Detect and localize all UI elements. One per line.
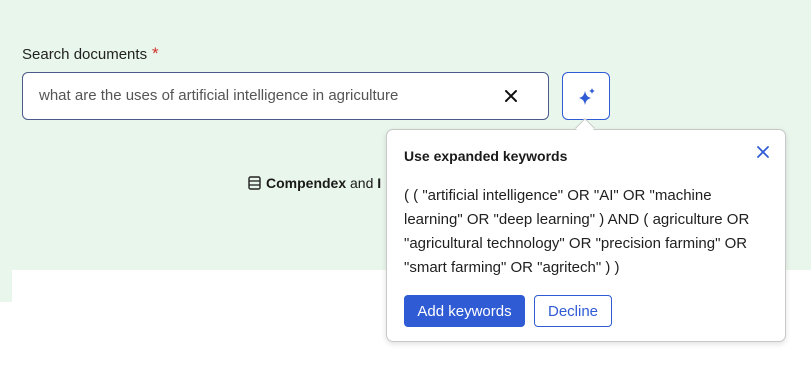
close-icon xyxy=(505,90,517,102)
database-selection: Compendex and I xyxy=(248,175,381,193)
add-keywords-button[interactable]: Add keywords xyxy=(404,295,525,327)
expanded-query-text: ( ( "artificial intelligence" OR "AI" OR… xyxy=(404,187,750,276)
database-name-compendex: Compendex xyxy=(266,175,347,191)
close-icon xyxy=(757,146,769,158)
popover-title: Use expanded keywords xyxy=(404,148,568,164)
database-icon xyxy=(248,176,261,193)
sparkle-icon xyxy=(579,88,595,105)
search-input[interactable]: what are the uses of artificial intellig… xyxy=(22,72,549,120)
expanded-keywords-popover: Use expanded keywords ( ( "artificial in… xyxy=(386,129,786,342)
clear-search-button[interactable] xyxy=(500,85,522,107)
decline-button[interactable]: Decline xyxy=(534,295,612,327)
required-marker: * xyxy=(152,44,159,63)
database-name-second: I xyxy=(377,175,382,191)
expand-keywords-button[interactable] xyxy=(562,72,610,120)
search-input-value[interactable]: what are the uses of artificial intellig… xyxy=(39,87,398,104)
search-label: Search documents xyxy=(22,46,148,63)
popover-close-button[interactable] xyxy=(755,144,771,160)
database-joiner: and xyxy=(346,175,378,191)
